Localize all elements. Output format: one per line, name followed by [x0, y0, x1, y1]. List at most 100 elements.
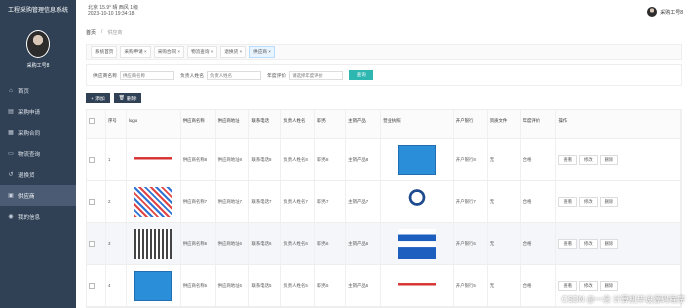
row-checkbox[interactable] [89, 198, 95, 205]
supplier-name-input[interactable] [120, 70, 174, 80]
delete-row-button[interactable]: 删除 [599, 154, 619, 165]
header-operations: 操作 [556, 110, 681, 138]
tag-system-home[interactable]: 系统首页 [91, 46, 118, 58]
job: 职务7 [315, 181, 347, 222]
license-cell [381, 265, 454, 306]
header-rating: 年度评价 [521, 110, 557, 138]
delete-button[interactable]: 🗑 删除 [113, 93, 142, 103]
sidebar-item-returns[interactable]: ↺ 退换货 [0, 164, 76, 185]
logo-image [134, 228, 173, 259]
sidebar-item-supplier[interactable]: ▣ 供应商 [0, 185, 76, 206]
phone: 联系电话8 [249, 139, 282, 180]
sidebar-item-label: 供应商 [18, 193, 35, 200]
supplier-icon: ▣ [8, 193, 14, 199]
header-file: 资质文件 [488, 110, 521, 138]
bank: 开户银行6 [454, 223, 488, 264]
sidebar-item-my-info[interactable]: ◉ 我的信息 [0, 206, 76, 227]
add-button[interactable]: + 添加 [86, 93, 110, 103]
truck-icon: ▭ [8, 151, 14, 157]
sidebar-item-purchase-apply[interactable]: ▤ 采购申请 [0, 101, 76, 122]
table-row: 1 供应商名称8 供应商地址8 联系电话8 负责人姓名8 职务8 主销产品8 开… [87, 139, 681, 181]
user-menu[interactable]: 采购工号8 [647, 7, 683, 17]
license-cell [381, 181, 454, 222]
license-image [397, 270, 436, 301]
row-checkbox[interactable] [89, 156, 95, 163]
row-checkbox-cell[interactable] [87, 139, 106, 180]
product: 主销产品7 [346, 181, 382, 222]
row-index: 3 [106, 223, 127, 264]
bank: 开户银行8 [454, 139, 488, 180]
logo-image [134, 186, 173, 217]
sidebar-item-home[interactable]: ⌂ 首页 [0, 80, 76, 101]
phone: 联系电话6 [249, 223, 282, 264]
table-actions: + 添加 🗑 删除 [86, 93, 142, 103]
breadcrumb: 首页 / 供应商 [86, 29, 122, 36]
breadcrumb-home[interactable]: 首页 [86, 29, 96, 36]
bank: 开户银行7 [454, 181, 488, 222]
person-name-input[interactable] [207, 70, 261, 80]
row-checkbox[interactable] [89, 240, 95, 247]
tag-supplier[interactable]: 供应商 × [249, 46, 275, 58]
sidebar-item-purchase-contract[interactable]: ▦ 采购合同 [0, 122, 76, 143]
header-license: 营业执照 [381, 110, 454, 138]
topbar-user-name: 采购工号8 [660, 9, 683, 16]
select-all-checkbox[interactable] [89, 118, 95, 124]
query-button[interactable]: 查询 [349, 70, 374, 80]
logo-image [134, 270, 173, 301]
job: 职务5 [315, 265, 347, 306]
supplier-address: 供应商地址6 [216, 223, 250, 264]
file: 无 [488, 223, 521, 264]
product: 主销产品6 [346, 223, 382, 264]
edit-button[interactable]: 修改 [579, 154, 598, 165]
sidebar-item-label: 采购合同 [18, 130, 41, 137]
delete-row-button[interactable]: 删除 [599, 238, 619, 249]
tag-returns[interactable]: 退换货 × [220, 46, 247, 58]
rating: 合格 [521, 181, 557, 222]
user-avatar [26, 30, 50, 58]
edit-button[interactable]: 修改 [579, 238, 598, 249]
logo-cell [127, 265, 181, 306]
search-panel: 供应商名称 负责人姓名 年度评价 查询 [86, 64, 682, 86]
sidebar-menu: ⌂ 首页 ▤ 采购申请 ▦ 采购合同 ▭ 物流查询 ↺ 退换货 ▣ 供应商 ◉ 我的信息 [0, 80, 76, 227]
person-name: 负责人姓名8 [281, 139, 316, 180]
supplier-name: 供应商名称7 [181, 181, 216, 222]
file: 无 [488, 265, 521, 306]
person-name: 负责人姓名6 [281, 223, 316, 264]
header-name: 供应商名称 [181, 110, 216, 138]
view-button[interactable]: 查看 [558, 238, 578, 249]
product: 主销产品8 [346, 139, 382, 180]
sidebar-item-label: 采购申请 [18, 109, 41, 116]
edit-button[interactable]: 修改 [579, 280, 598, 291]
tag-purchase-apply[interactable]: 采购申请 × [120, 46, 151, 58]
sidebar-item-label: 我的信息 [18, 214, 41, 221]
annual-rating-select[interactable] [289, 70, 344, 80]
row-checkbox-cell[interactable] [87, 181, 106, 222]
delete-button-label: 删除 [126, 96, 137, 102]
view-button[interactable]: 查看 [558, 196, 578, 207]
user-icon: ◉ [8, 214, 14, 220]
row-index: 1 [106, 139, 127, 180]
delete-row-button[interactable]: 删除 [599, 196, 619, 207]
supplier-address: 供应商地址5 [216, 265, 250, 306]
row-checkbox[interactable] [89, 282, 95, 289]
file: 无 [488, 181, 521, 222]
header-checkbox-cell[interactable] [87, 110, 106, 138]
tag-logistics[interactable]: 物流查询 × [187, 46, 218, 58]
delete-row-button[interactable]: 删除 [599, 280, 619, 291]
supplier-name: 供应商名称6 [181, 223, 216, 264]
tag-purchase-contract[interactable]: 采购合同 × [153, 46, 185, 58]
product: 主销产品5 [346, 265, 382, 306]
supplier-name: 供应商名称8 [181, 139, 216, 180]
view-button[interactable]: 查看 [558, 280, 578, 291]
tag-bar: 系统首页 采购申请 × 采购合同 × 物流查询 × 退换货 × 供应商 × [86, 44, 682, 60]
edit-button[interactable]: 修改 [579, 196, 598, 207]
header-logo: logo [127, 110, 181, 138]
rating: 合格 [521, 139, 557, 180]
view-button[interactable]: 查看 [558, 154, 578, 165]
avatar-icon [647, 7, 658, 17]
sidebar-item-label: 物流查询 [18, 151, 41, 158]
phone: 联系电话5 [249, 265, 282, 306]
row-checkbox-cell[interactable] [87, 265, 106, 306]
row-checkbox-cell[interactable] [87, 223, 106, 264]
sidebar-item-logistics[interactable]: ▭ 物流查询 [0, 143, 76, 164]
